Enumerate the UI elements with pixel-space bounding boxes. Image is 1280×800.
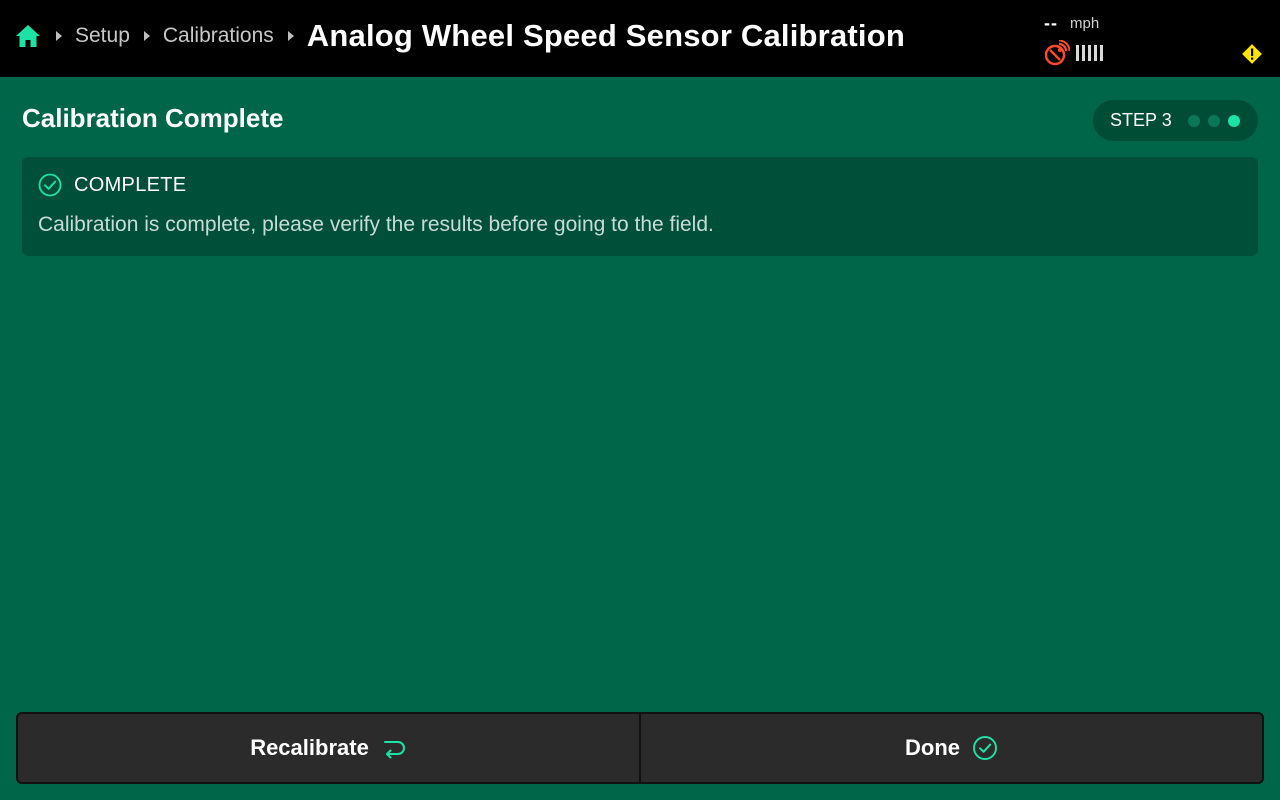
page-title: Calibration Complete	[22, 103, 284, 133]
notice-title: COMPLETE	[74, 173, 187, 196]
check-circle-icon	[38, 173, 62, 197]
signal-bar	[1076, 45, 1079, 61]
signal-strength	[1076, 45, 1103, 61]
recalibrate-button[interactable]: Recalibrate	[16, 712, 640, 784]
step-label: STEP 3	[1110, 110, 1172, 130]
action-bar: Recalibrate Done	[16, 712, 1264, 784]
chevron-right-icon	[286, 29, 296, 43]
status-indicators: -- mph	[1044, 12, 1134, 68]
gps-status	[1044, 40, 1134, 66]
chevron-right-icon	[54, 29, 64, 43]
breadcrumb: Setup Calibrations Analog Wheel Speed Se…	[14, 0, 905, 72]
notice-message: Calibration is complete, please verify t…	[38, 213, 714, 236]
step-dot	[1207, 114, 1220, 127]
header-title: Analog Wheel Speed Sensor Calibration	[306, 18, 905, 53]
done-button[interactable]: Done	[640, 712, 1264, 784]
signal-bar	[1100, 45, 1103, 61]
top-bar: Setup Calibrations Analog Wheel Speed Se…	[0, 0, 1280, 77]
done-label: Done	[905, 735, 960, 760]
signal-bar	[1082, 45, 1085, 61]
notice-header: COMPLETE	[38, 173, 186, 197]
breadcrumb-calibrations[interactable]: Calibrations	[163, 24, 274, 48]
home-icon[interactable]	[14, 22, 42, 50]
recalibrate-label: Recalibrate	[250, 735, 369, 760]
signal-bar	[1094, 45, 1097, 61]
step-dot	[1187, 114, 1200, 127]
return-arrow-icon	[381, 735, 407, 761]
ground-speed: -- mph	[1044, 12, 1134, 34]
check-circle-icon	[972, 735, 998, 761]
gps-no-signal-icon[interactable]	[1044, 40, 1070, 66]
step-indicator: STEP 3	[1093, 100, 1258, 141]
speed-value: --	[1044, 12, 1058, 33]
chevron-right-icon	[142, 29, 152, 43]
breadcrumb-setup[interactable]: Setup	[75, 24, 130, 48]
signal-bar	[1088, 45, 1091, 61]
step-dot-current	[1227, 114, 1240, 127]
speed-unit: mph	[1070, 14, 1100, 32]
step-dots	[1187, 114, 1240, 127]
status-notice: COMPLETE Calibration is complete, please…	[22, 157, 1258, 256]
warning-icon[interactable]	[1240, 42, 1264, 66]
